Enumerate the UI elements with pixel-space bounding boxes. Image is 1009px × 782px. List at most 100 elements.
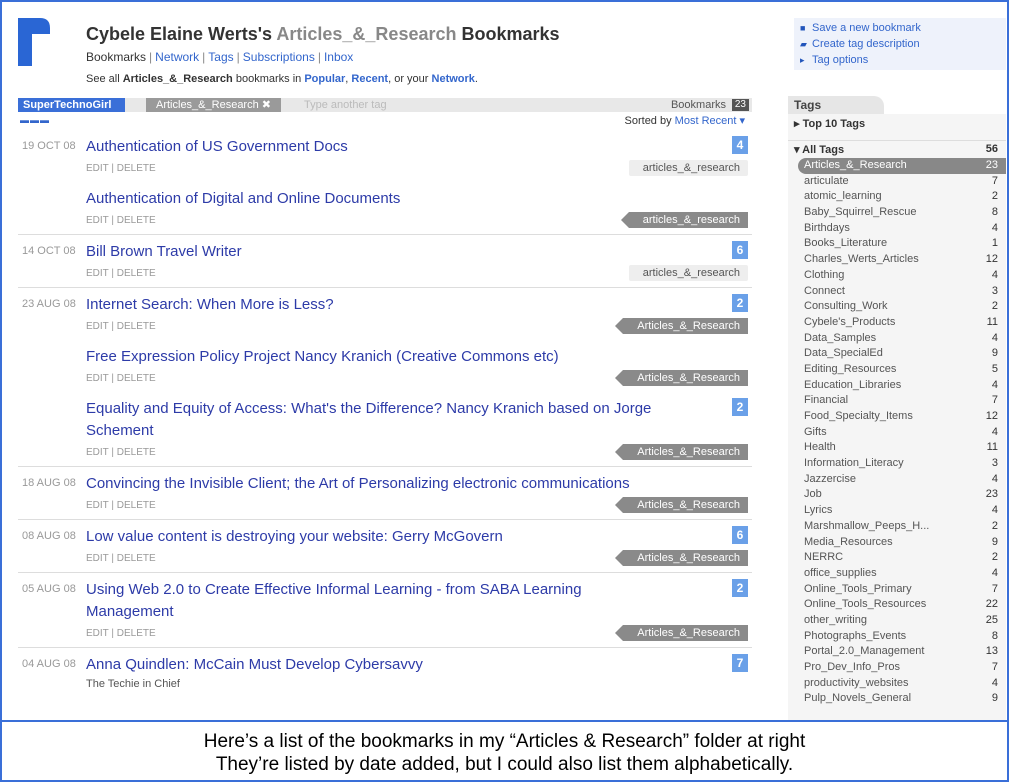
tag-crumb[interactable]: Articles_&_Research ✖ bbox=[146, 98, 281, 112]
delete-link[interactable]: DELETE bbox=[117, 628, 156, 639]
tag-list-item[interactable]: Lyrics 4 bbox=[788, 503, 1006, 519]
tag-list-item[interactable]: Cybele's_Products 11 bbox=[788, 315, 1006, 331]
tag-list-item[interactable]: Gifts 4 bbox=[788, 425, 1006, 441]
tag-list-item[interactable]: Job 23 bbox=[788, 487, 1006, 503]
tag-list-item[interactable]: Charles_Werts_Articles 12 bbox=[788, 252, 1006, 268]
tag-list-item[interactable]: Data_SpecialEd 9 bbox=[788, 346, 1006, 362]
tag-list-item[interactable]: productivity_websites 4 bbox=[788, 676, 1006, 692]
add-tag-input[interactable]: Type another tag bbox=[304, 98, 387, 112]
tag-list-item[interactable]: Jazzercise 4 bbox=[788, 472, 1006, 488]
bookmark-title-link[interactable]: Authentication of US Government Docs bbox=[86, 136, 752, 158]
bookmark-title-link[interactable]: Authentication of Digital and Online Doc… bbox=[86, 188, 752, 210]
saved-count-badge[interactable]: 4 bbox=[732, 136, 748, 154]
saved-count-badge[interactable]: 6 bbox=[732, 526, 748, 544]
bookmark-title-link[interactable]: Internet Search: When More is Less? bbox=[86, 294, 752, 316]
edit-link[interactable]: EDIT bbox=[86, 500, 109, 511]
edit-link[interactable]: EDIT bbox=[86, 268, 109, 279]
edit-link[interactable]: EDIT bbox=[86, 215, 109, 226]
edit-link[interactable]: EDIT bbox=[86, 628, 109, 639]
tag-list-item[interactable]: Portal_2.0_Management 13 bbox=[788, 644, 1006, 660]
delete-link[interactable]: DELETE bbox=[117, 215, 156, 226]
edit-link[interactable]: EDIT bbox=[86, 373, 109, 384]
tag-list-item[interactable]: Consulting_Work 2 bbox=[788, 299, 1006, 315]
save-bookmark-link[interactable]: ■ Save a new bookmark bbox=[800, 20, 1006, 36]
bookmark-title-link[interactable]: Using Web 2.0 to Create Effective Inform… bbox=[86, 579, 752, 623]
delete-link[interactable]: DELETE bbox=[117, 447, 156, 458]
network-link[interactable]: Network bbox=[432, 73, 475, 85]
nav-bookmarks[interactable]: Bookmarks bbox=[86, 50, 146, 64]
tag-list-item[interactable]: office_supplies 4 bbox=[788, 566, 1006, 582]
saved-count-badge[interactable]: 6 bbox=[732, 241, 748, 259]
remove-tag-icon[interactable]: ✖ bbox=[262, 99, 271, 111]
tag-list-item[interactable]: Baby_Squirrel_Rescue 8 bbox=[788, 205, 1006, 221]
tag-list-item[interactable]: articulate 7 bbox=[788, 174, 1006, 190]
edit-link[interactable]: EDIT bbox=[86, 163, 109, 174]
bookmark-tag[interactable]: Articles_&_Research bbox=[615, 497, 748, 513]
bookmark-title-link[interactable]: Free Expression Policy Project Nancy Kra… bbox=[86, 346, 752, 368]
edit-link[interactable]: EDIT bbox=[86, 447, 109, 458]
bookmark-title-link[interactable]: Low value content is destroying your web… bbox=[86, 526, 752, 548]
tag-list-item[interactable]: NERRC 2 bbox=[788, 550, 1006, 566]
recent-link[interactable]: Recent bbox=[351, 73, 388, 85]
all-tags-header[interactable]: ▾ All Tags 56 bbox=[788, 140, 1006, 158]
tag-list-item[interactable]: Books_Literature 1 bbox=[788, 236, 1006, 252]
bookmark-title-link[interactable]: Convincing the Invisible Client; the Art… bbox=[86, 473, 752, 495]
tag-list-item[interactable]: Online_Tools_Primary 7 bbox=[788, 582, 1006, 598]
bookmark-tag[interactable]: articles_&_research bbox=[628, 265, 748, 281]
popular-link[interactable]: Popular bbox=[304, 73, 345, 85]
tags-tab[interactable]: Tags bbox=[788, 96, 884, 114]
tag-list-item[interactable]: Photographs_Events 8 bbox=[788, 629, 1006, 645]
delicious-logo-icon[interactable] bbox=[18, 18, 50, 66]
tag-list-item[interactable]: Marshmallow_Peeps_H... 2 bbox=[788, 519, 1006, 535]
sort-dropdown[interactable]: Most Recent ▾ bbox=[675, 115, 745, 127]
saved-count-badge[interactable]: 2 bbox=[732, 579, 748, 597]
tag-list-item[interactable]: atomic_learning 2 bbox=[788, 189, 1006, 205]
tag-list-item[interactable]: Media_Resources 9 bbox=[788, 535, 1006, 551]
tag-list-item[interactable]: other_writing 25 bbox=[788, 613, 1006, 629]
tag-list-item[interactable]: Pulp_Novels_General 9 bbox=[788, 691, 1006, 707]
delete-link[interactable]: DELETE bbox=[117, 500, 156, 511]
view-toggle-icons[interactable]: ▬▬▬ bbox=[20, 115, 50, 125]
bookmark-title-link[interactable]: Anna Quindlen: McCain Must Develop Cyber… bbox=[86, 654, 752, 676]
tag-list-item[interactable]: Pro_Dev_Info_Pros 7 bbox=[788, 660, 1006, 676]
nav-network[interactable]: Network bbox=[155, 50, 199, 64]
top-10-tags-toggle[interactable]: ▸ Top 10 Tags bbox=[788, 114, 1006, 140]
tag-list-item[interactable]: Clothing 4 bbox=[788, 268, 1006, 284]
create-tag-description-link[interactable]: ▰ Create tag description bbox=[800, 36, 1006, 52]
tag-options-link[interactable]: ▸ Tag options bbox=[800, 52, 1006, 68]
bookmark-tag[interactable]: Articles_&_Research bbox=[615, 444, 748, 460]
bookmark-tag[interactable]: articles_&_research bbox=[628, 160, 748, 176]
edit-link[interactable]: EDIT bbox=[86, 553, 109, 564]
bookmark-title-link[interactable]: Bill Brown Travel Writer bbox=[86, 241, 752, 263]
nav-inbox[interactable]: Inbox bbox=[324, 50, 353, 64]
tag-list-item[interactable]: Health 11 bbox=[788, 440, 1006, 456]
bookmark-tag[interactable]: Articles_&_Research bbox=[615, 625, 748, 641]
saved-count-badge[interactable]: 2 bbox=[732, 398, 748, 416]
bookmark-tag[interactable]: Articles_&_Research bbox=[615, 550, 748, 566]
bookmark-tag[interactable]: Articles_&_Research bbox=[615, 370, 748, 386]
tag-list-item[interactable]: Articles_&_Research 23 bbox=[798, 158, 1006, 174]
delete-link[interactable]: DELETE bbox=[117, 373, 156, 384]
tag-list-item[interactable]: Editing_Resources 5 bbox=[788, 362, 1006, 378]
tag-list-item[interactable]: Food_Specialty_Items 12 bbox=[788, 409, 1006, 425]
nav-subscriptions[interactable]: Subscriptions bbox=[243, 50, 315, 64]
edit-link[interactable]: EDIT bbox=[86, 321, 109, 332]
user-crumb[interactable]: SuperTechnoGirl bbox=[18, 98, 126, 112]
tag-list-item[interactable]: Online_Tools_Resources 22 bbox=[788, 597, 1006, 613]
delete-link[interactable]: DELETE bbox=[117, 321, 156, 332]
bookmark-tag[interactable]: Articles_&_Research bbox=[615, 318, 748, 334]
bookmark-title-link[interactable]: Equality and Equity of Access: What's th… bbox=[86, 398, 752, 442]
tag-list-item[interactable]: Birthdays 4 bbox=[788, 221, 1006, 237]
bookmark-tag[interactable]: articles_&_research bbox=[620, 212, 748, 228]
tag-list-item[interactable]: Financial 7 bbox=[788, 393, 1006, 409]
tag-list-item[interactable]: Education_Libraries 4 bbox=[788, 378, 1006, 394]
delete-link[interactable]: DELETE bbox=[117, 553, 156, 564]
tag-list-item[interactable]: Data_Samples 4 bbox=[788, 331, 1006, 347]
delete-link[interactable]: DELETE bbox=[117, 163, 156, 174]
delete-link[interactable]: DELETE bbox=[117, 268, 156, 279]
nav-tags[interactable]: Tags bbox=[208, 50, 233, 64]
tag-list-item[interactable]: Information_Literacy 3 bbox=[788, 456, 1006, 472]
tag-list-item[interactable]: Connect 3 bbox=[788, 284, 1006, 300]
saved-count-badge[interactable]: 2 bbox=[732, 294, 748, 312]
saved-count-badge[interactable]: 7 bbox=[732, 654, 748, 672]
